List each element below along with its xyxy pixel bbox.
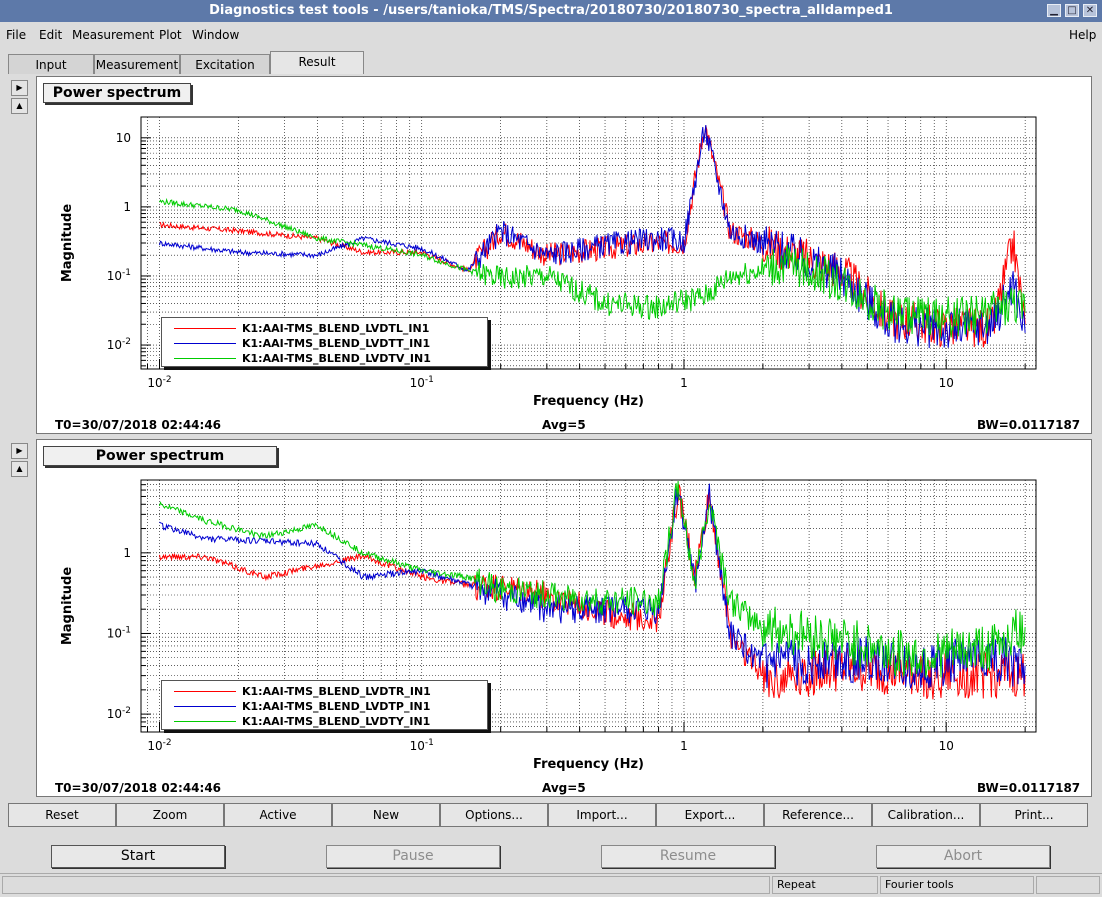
status-repeat: Repeat: [772, 876, 878, 894]
status-fourier: Fourier tools: [880, 876, 1034, 894]
print-button[interactable]: Print...: [980, 803, 1088, 827]
options-button[interactable]: Options...: [440, 803, 548, 827]
status-message: [2, 876, 770, 894]
x-tick-label: 1: [680, 376, 688, 390]
legend-swatch: [174, 721, 236, 722]
legend-1: K1:AAI-TMS_BLEND_LVDTL_IN1 K1:AAI-TMS_BL…: [161, 317, 488, 367]
legend-label: K1:AAI-TMS_BLEND_LVDTV_IN1: [242, 352, 431, 365]
pause-button[interactable]: Pause: [326, 845, 500, 868]
avg-label: Avg=5: [542, 781, 586, 795]
y-axis-label: Magnitude: [60, 204, 75, 283]
tab-result[interactable]: Result: [270, 51, 364, 74]
collapse-arrow-icon[interactable]: ▲: [11, 461, 28, 477]
minimize-icon[interactable]: ▁: [1047, 4, 1061, 17]
start-button[interactable]: Start: [51, 845, 225, 868]
y-tick-label: 1: [123, 200, 131, 214]
export-button[interactable]: Export...: [656, 803, 764, 827]
tab-measurement[interactable]: Measurement: [94, 54, 180, 74]
abort-button[interactable]: Abort: [876, 845, 1050, 868]
y-tick-label: 10-2: [107, 337, 131, 352]
spectrum-chart-2[interactable]: 10-2 10-1 1 10 10-2 10-1 1 Frequency (Hz) Magnit…: [37, 440, 1091, 796]
legend-entry: K1:AAI-TMS_BLEND_LVDTT_IN1: [170, 336, 480, 351]
menu-plot[interactable]: Plot: [159, 28, 182, 42]
x-tick-label: 1: [680, 739, 688, 753]
plot-panel-1: Power spectrum 10-2 10-1 1 10 10-2 10-1 1 10 Fre…: [36, 76, 1092, 434]
x-tick-label: 10-2: [147, 375, 171, 390]
window-title: Diagnostics test tools - /users/tanioka/…: [0, 0, 1102, 22]
status-bar: Repeat Fourier tools: [0, 873, 1102, 896]
status-extra: [1036, 876, 1100, 894]
x-axis-label: Frequency (Hz): [533, 757, 644, 772]
import-button[interactable]: Import...: [548, 803, 656, 827]
menu-bar: File Edit Measurement Plot Window Help: [0, 24, 1102, 46]
avg-label: Avg=5: [542, 418, 586, 432]
active-button[interactable]: Active: [224, 803, 332, 827]
y-tick-label: 10: [116, 131, 131, 145]
legend-entry: K1:AAI-TMS_BLEND_LVDTR_IN1: [170, 684, 480, 699]
x-tick-label: 10: [939, 739, 954, 753]
tab-input[interactable]: Input: [8, 54, 94, 74]
legend-entry: K1:AAI-TMS_BLEND_LVDTP_IN1: [170, 699, 480, 714]
collapse-arrow-icon[interactable]: ▲: [11, 98, 28, 114]
y-tick-label: 10-2: [107, 706, 131, 721]
calibration-button[interactable]: Calibration...: [872, 803, 980, 827]
y-tick-label: 1: [123, 546, 131, 560]
legend-swatch: [174, 343, 236, 344]
expand-arrow-icon[interactable]: ▶: [11, 443, 28, 459]
bw-label: BW=0.0117187: [977, 418, 1081, 432]
legend-label: K1:AAI-TMS_BLEND_LVDTR_IN1: [242, 685, 431, 698]
x-tick-label: 10-2: [147, 738, 171, 753]
t0-label: T0=30/07/2018 02:44:46: [55, 781, 222, 795]
resume-button[interactable]: Resume: [601, 845, 775, 868]
reference-button[interactable]: Reference...: [764, 803, 872, 827]
x-axis-label: Frequency (Hz): [533, 394, 644, 409]
menu-measurement[interactable]: Measurement: [72, 28, 154, 42]
x-tick-label: 10-1: [410, 738, 434, 753]
y-axis-label: Magnitude: [60, 567, 75, 646]
menu-file[interactable]: File: [6, 28, 26, 42]
t0-label: T0=30/07/2018 02:44:46: [55, 418, 222, 432]
spectrum-chart-1[interactable]: 10-2 10-1 1 10 10-2 10-1 1 10 Frequency (Hz) Magn…: [37, 77, 1091, 433]
maximize-icon[interactable]: □: [1065, 4, 1079, 17]
legend-swatch: [174, 706, 236, 707]
legend-label: K1:AAI-TMS_BLEND_LVDTY_IN1: [242, 715, 431, 728]
y-tick-label: 10-1: [107, 268, 131, 283]
y-tick-label: 10-1: [107, 625, 131, 640]
close-icon[interactable]: ✕: [1083, 4, 1097, 17]
tab-excitation[interactable]: Excitation: [180, 54, 270, 74]
expand-arrow-icon[interactable]: ▶: [11, 80, 28, 96]
new-button[interactable]: New: [332, 803, 440, 827]
legend-entry: K1:AAI-TMS_BLEND_LVDTY_IN1: [170, 714, 480, 729]
bw-label: BW=0.0117187: [977, 781, 1081, 795]
x-tick-label: 10: [939, 376, 954, 390]
legend-label: K1:AAI-TMS_BLEND_LVDTT_IN1: [242, 337, 431, 350]
legend-entry: K1:AAI-TMS_BLEND_LVDTL_IN1: [170, 321, 480, 336]
menu-window[interactable]: Window: [192, 28, 239, 42]
legend-label: K1:AAI-TMS_BLEND_LVDTP_IN1: [242, 700, 431, 713]
reset-button[interactable]: Reset: [8, 803, 116, 827]
legend-label: K1:AAI-TMS_BLEND_LVDTL_IN1: [242, 322, 430, 335]
x-tick-label: 10-1: [410, 375, 434, 390]
legend-entry: K1:AAI-TMS_BLEND_LVDTV_IN1: [170, 351, 480, 366]
plot-panel-2: Power spectrum 10-2 10-1 1 10 10-2 10-1 1 Frequ…: [36, 439, 1092, 797]
legend-swatch: [174, 691, 236, 692]
legend-2: K1:AAI-TMS_BLEND_LVDTR_IN1 K1:AAI-TMS_BL…: [161, 680, 488, 730]
menu-help[interactable]: Help: [1069, 28, 1096, 42]
legend-swatch: [174, 358, 236, 359]
zoom-button[interactable]: Zoom: [116, 803, 224, 827]
menu-edit[interactable]: Edit: [39, 28, 62, 42]
legend-swatch: [174, 328, 236, 329]
plot-toolbar: Reset Zoom Active New Options... Import.…: [8, 803, 1090, 827]
